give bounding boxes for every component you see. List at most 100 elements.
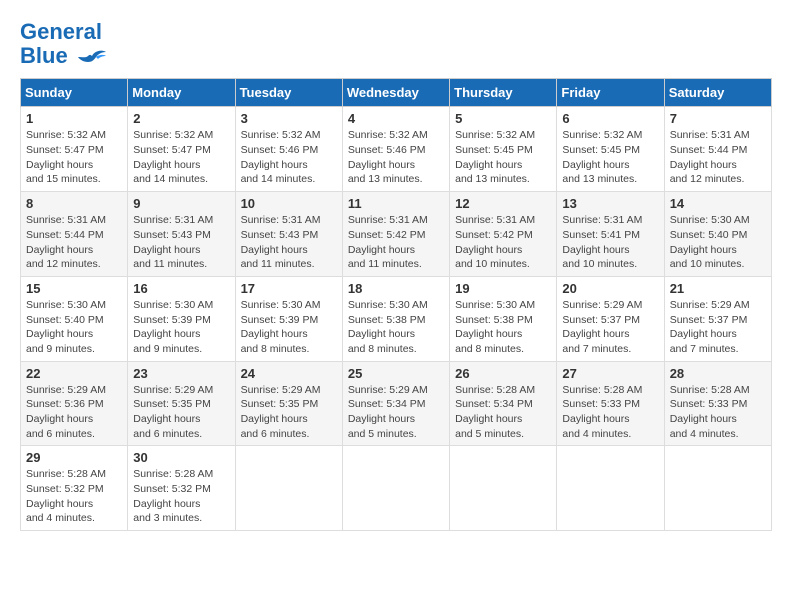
calendar-week-1: 1 Sunrise: 5:32 AM Sunset: 5:47 PM Dayli… xyxy=(21,107,772,192)
day-number: 19 xyxy=(455,281,551,296)
calendar-week-5: 29 Sunrise: 5:28 AM Sunset: 5:32 PM Dayl… xyxy=(21,446,772,531)
calendar-cell xyxy=(342,446,449,531)
day-number: 9 xyxy=(133,196,229,211)
logo-text: General Blue xyxy=(20,20,106,68)
day-info: Sunrise: 5:30 AM Sunset: 5:39 PM Dayligh… xyxy=(241,298,337,357)
day-info: Sunrise: 5:31 AM Sunset: 5:42 PM Dayligh… xyxy=(348,213,444,272)
weekday-header-wednesday: Wednesday xyxy=(342,79,449,107)
calendar-cell: 20 Sunrise: 5:29 AM Sunset: 5:37 PM Dayl… xyxy=(557,276,664,361)
calendar-cell xyxy=(450,446,557,531)
day-info: Sunrise: 5:28 AM Sunset: 5:32 PM Dayligh… xyxy=(26,467,122,526)
day-info: Sunrise: 5:29 AM Sunset: 5:35 PM Dayligh… xyxy=(241,383,337,442)
day-info: Sunrise: 5:31 AM Sunset: 5:41 PM Dayligh… xyxy=(562,213,658,272)
logo-bird-icon xyxy=(78,48,106,66)
calendar-cell: 17 Sunrise: 5:30 AM Sunset: 5:39 PM Dayl… xyxy=(235,276,342,361)
day-number: 15 xyxy=(26,281,122,296)
day-number: 13 xyxy=(562,196,658,211)
day-info: Sunrise: 5:28 AM Sunset: 5:32 PM Dayligh… xyxy=(133,467,229,526)
day-number: 12 xyxy=(455,196,551,211)
day-number: 10 xyxy=(241,196,337,211)
day-number: 29 xyxy=(26,450,122,465)
calendar-cell: 1 Sunrise: 5:32 AM Sunset: 5:47 PM Dayli… xyxy=(21,107,128,192)
calendar-cell: 3 Sunrise: 5:32 AM Sunset: 5:46 PM Dayli… xyxy=(235,107,342,192)
day-info: Sunrise: 5:31 AM Sunset: 5:42 PM Dayligh… xyxy=(455,213,551,272)
day-info: Sunrise: 5:29 AM Sunset: 5:36 PM Dayligh… xyxy=(26,383,122,442)
day-info: Sunrise: 5:31 AM Sunset: 5:44 PM Dayligh… xyxy=(670,128,766,187)
day-number: 14 xyxy=(670,196,766,211)
day-info: Sunrise: 5:29 AM Sunset: 5:37 PM Dayligh… xyxy=(670,298,766,357)
day-info: Sunrise: 5:29 AM Sunset: 5:37 PM Dayligh… xyxy=(562,298,658,357)
calendar-cell: 16 Sunrise: 5:30 AM Sunset: 5:39 PM Dayl… xyxy=(128,276,235,361)
day-number: 27 xyxy=(562,366,658,381)
calendar-cell: 27 Sunrise: 5:28 AM Sunset: 5:33 PM Dayl… xyxy=(557,361,664,446)
day-info: Sunrise: 5:32 AM Sunset: 5:47 PM Dayligh… xyxy=(26,128,122,187)
calendar-cell: 7 Sunrise: 5:31 AM Sunset: 5:44 PM Dayli… xyxy=(664,107,771,192)
day-number: 23 xyxy=(133,366,229,381)
calendar-cell: 30 Sunrise: 5:28 AM Sunset: 5:32 PM Dayl… xyxy=(128,446,235,531)
weekday-header-saturday: Saturday xyxy=(664,79,771,107)
calendar-cell: 12 Sunrise: 5:31 AM Sunset: 5:42 PM Dayl… xyxy=(450,192,557,277)
calendar-cell: 5 Sunrise: 5:32 AM Sunset: 5:45 PM Dayli… xyxy=(450,107,557,192)
day-number: 25 xyxy=(348,366,444,381)
calendar-cell xyxy=(557,446,664,531)
logo-general: General xyxy=(20,19,102,44)
day-number: 28 xyxy=(670,366,766,381)
day-info: Sunrise: 5:30 AM Sunset: 5:40 PM Dayligh… xyxy=(670,213,766,272)
day-number: 5 xyxy=(455,111,551,126)
day-number: 18 xyxy=(348,281,444,296)
calendar-cell: 18 Sunrise: 5:30 AM Sunset: 5:38 PM Dayl… xyxy=(342,276,449,361)
day-info: Sunrise: 5:29 AM Sunset: 5:35 PM Dayligh… xyxy=(133,383,229,442)
day-number: 8 xyxy=(26,196,122,211)
weekday-header-tuesday: Tuesday xyxy=(235,79,342,107)
logo: General Blue xyxy=(20,20,106,68)
day-info: Sunrise: 5:31 AM Sunset: 5:44 PM Dayligh… xyxy=(26,213,122,272)
day-number: 4 xyxy=(348,111,444,126)
calendar-cell: 26 Sunrise: 5:28 AM Sunset: 5:34 PM Dayl… xyxy=(450,361,557,446)
calendar-cell: 19 Sunrise: 5:30 AM Sunset: 5:38 PM Dayl… xyxy=(450,276,557,361)
calendar-cell: 10 Sunrise: 5:31 AM Sunset: 5:43 PM Dayl… xyxy=(235,192,342,277)
calendar-cell: 4 Sunrise: 5:32 AM Sunset: 5:46 PM Dayli… xyxy=(342,107,449,192)
day-number: 30 xyxy=(133,450,229,465)
page-header: General Blue xyxy=(20,20,772,68)
day-info: Sunrise: 5:30 AM Sunset: 5:40 PM Dayligh… xyxy=(26,298,122,357)
day-info: Sunrise: 5:32 AM Sunset: 5:46 PM Dayligh… xyxy=(348,128,444,187)
calendar-cell: 29 Sunrise: 5:28 AM Sunset: 5:32 PM Dayl… xyxy=(21,446,128,531)
calendar-cell: 23 Sunrise: 5:29 AM Sunset: 5:35 PM Dayl… xyxy=(128,361,235,446)
day-number: 20 xyxy=(562,281,658,296)
day-info: Sunrise: 5:28 AM Sunset: 5:34 PM Dayligh… xyxy=(455,383,551,442)
calendar-cell: 15 Sunrise: 5:30 AM Sunset: 5:40 PM Dayl… xyxy=(21,276,128,361)
day-info: Sunrise: 5:30 AM Sunset: 5:38 PM Dayligh… xyxy=(348,298,444,357)
day-number: 22 xyxy=(26,366,122,381)
calendar-table: SundayMondayTuesdayWednesdayThursdayFrid… xyxy=(20,78,772,531)
calendar-cell: 24 Sunrise: 5:29 AM Sunset: 5:35 PM Dayl… xyxy=(235,361,342,446)
logo-blue: Blue xyxy=(20,43,68,68)
day-info: Sunrise: 5:30 AM Sunset: 5:38 PM Dayligh… xyxy=(455,298,551,357)
day-number: 2 xyxy=(133,111,229,126)
calendar-cell: 9 Sunrise: 5:31 AM Sunset: 5:43 PM Dayli… xyxy=(128,192,235,277)
calendar-cell: 28 Sunrise: 5:28 AM Sunset: 5:33 PM Dayl… xyxy=(664,361,771,446)
weekday-header-friday: Friday xyxy=(557,79,664,107)
calendar-cell: 11 Sunrise: 5:31 AM Sunset: 5:42 PM Dayl… xyxy=(342,192,449,277)
weekday-header-thursday: Thursday xyxy=(450,79,557,107)
day-number: 16 xyxy=(133,281,229,296)
day-number: 26 xyxy=(455,366,551,381)
day-info: Sunrise: 5:30 AM Sunset: 5:39 PM Dayligh… xyxy=(133,298,229,357)
day-info: Sunrise: 5:28 AM Sunset: 5:33 PM Dayligh… xyxy=(562,383,658,442)
calendar-cell: 22 Sunrise: 5:29 AM Sunset: 5:36 PM Dayl… xyxy=(21,361,128,446)
day-number: 24 xyxy=(241,366,337,381)
day-number: 1 xyxy=(26,111,122,126)
calendar-cell: 8 Sunrise: 5:31 AM Sunset: 5:44 PM Dayli… xyxy=(21,192,128,277)
day-info: Sunrise: 5:32 AM Sunset: 5:46 PM Dayligh… xyxy=(241,128,337,187)
day-info: Sunrise: 5:31 AM Sunset: 5:43 PM Dayligh… xyxy=(241,213,337,272)
calendar-cell: 13 Sunrise: 5:31 AM Sunset: 5:41 PM Dayl… xyxy=(557,192,664,277)
calendar-cell: 6 Sunrise: 5:32 AM Sunset: 5:45 PM Dayli… xyxy=(557,107,664,192)
day-number: 6 xyxy=(562,111,658,126)
day-number: 11 xyxy=(348,196,444,211)
calendar-cell: 25 Sunrise: 5:29 AM Sunset: 5:34 PM Dayl… xyxy=(342,361,449,446)
day-number: 7 xyxy=(670,111,766,126)
day-info: Sunrise: 5:32 AM Sunset: 5:47 PM Dayligh… xyxy=(133,128,229,187)
calendar-week-2: 8 Sunrise: 5:31 AM Sunset: 5:44 PM Dayli… xyxy=(21,192,772,277)
calendar-cell xyxy=(664,446,771,531)
calendar-header: SundayMondayTuesdayWednesdayThursdayFrid… xyxy=(21,79,772,107)
day-info: Sunrise: 5:31 AM Sunset: 5:43 PM Dayligh… xyxy=(133,213,229,272)
